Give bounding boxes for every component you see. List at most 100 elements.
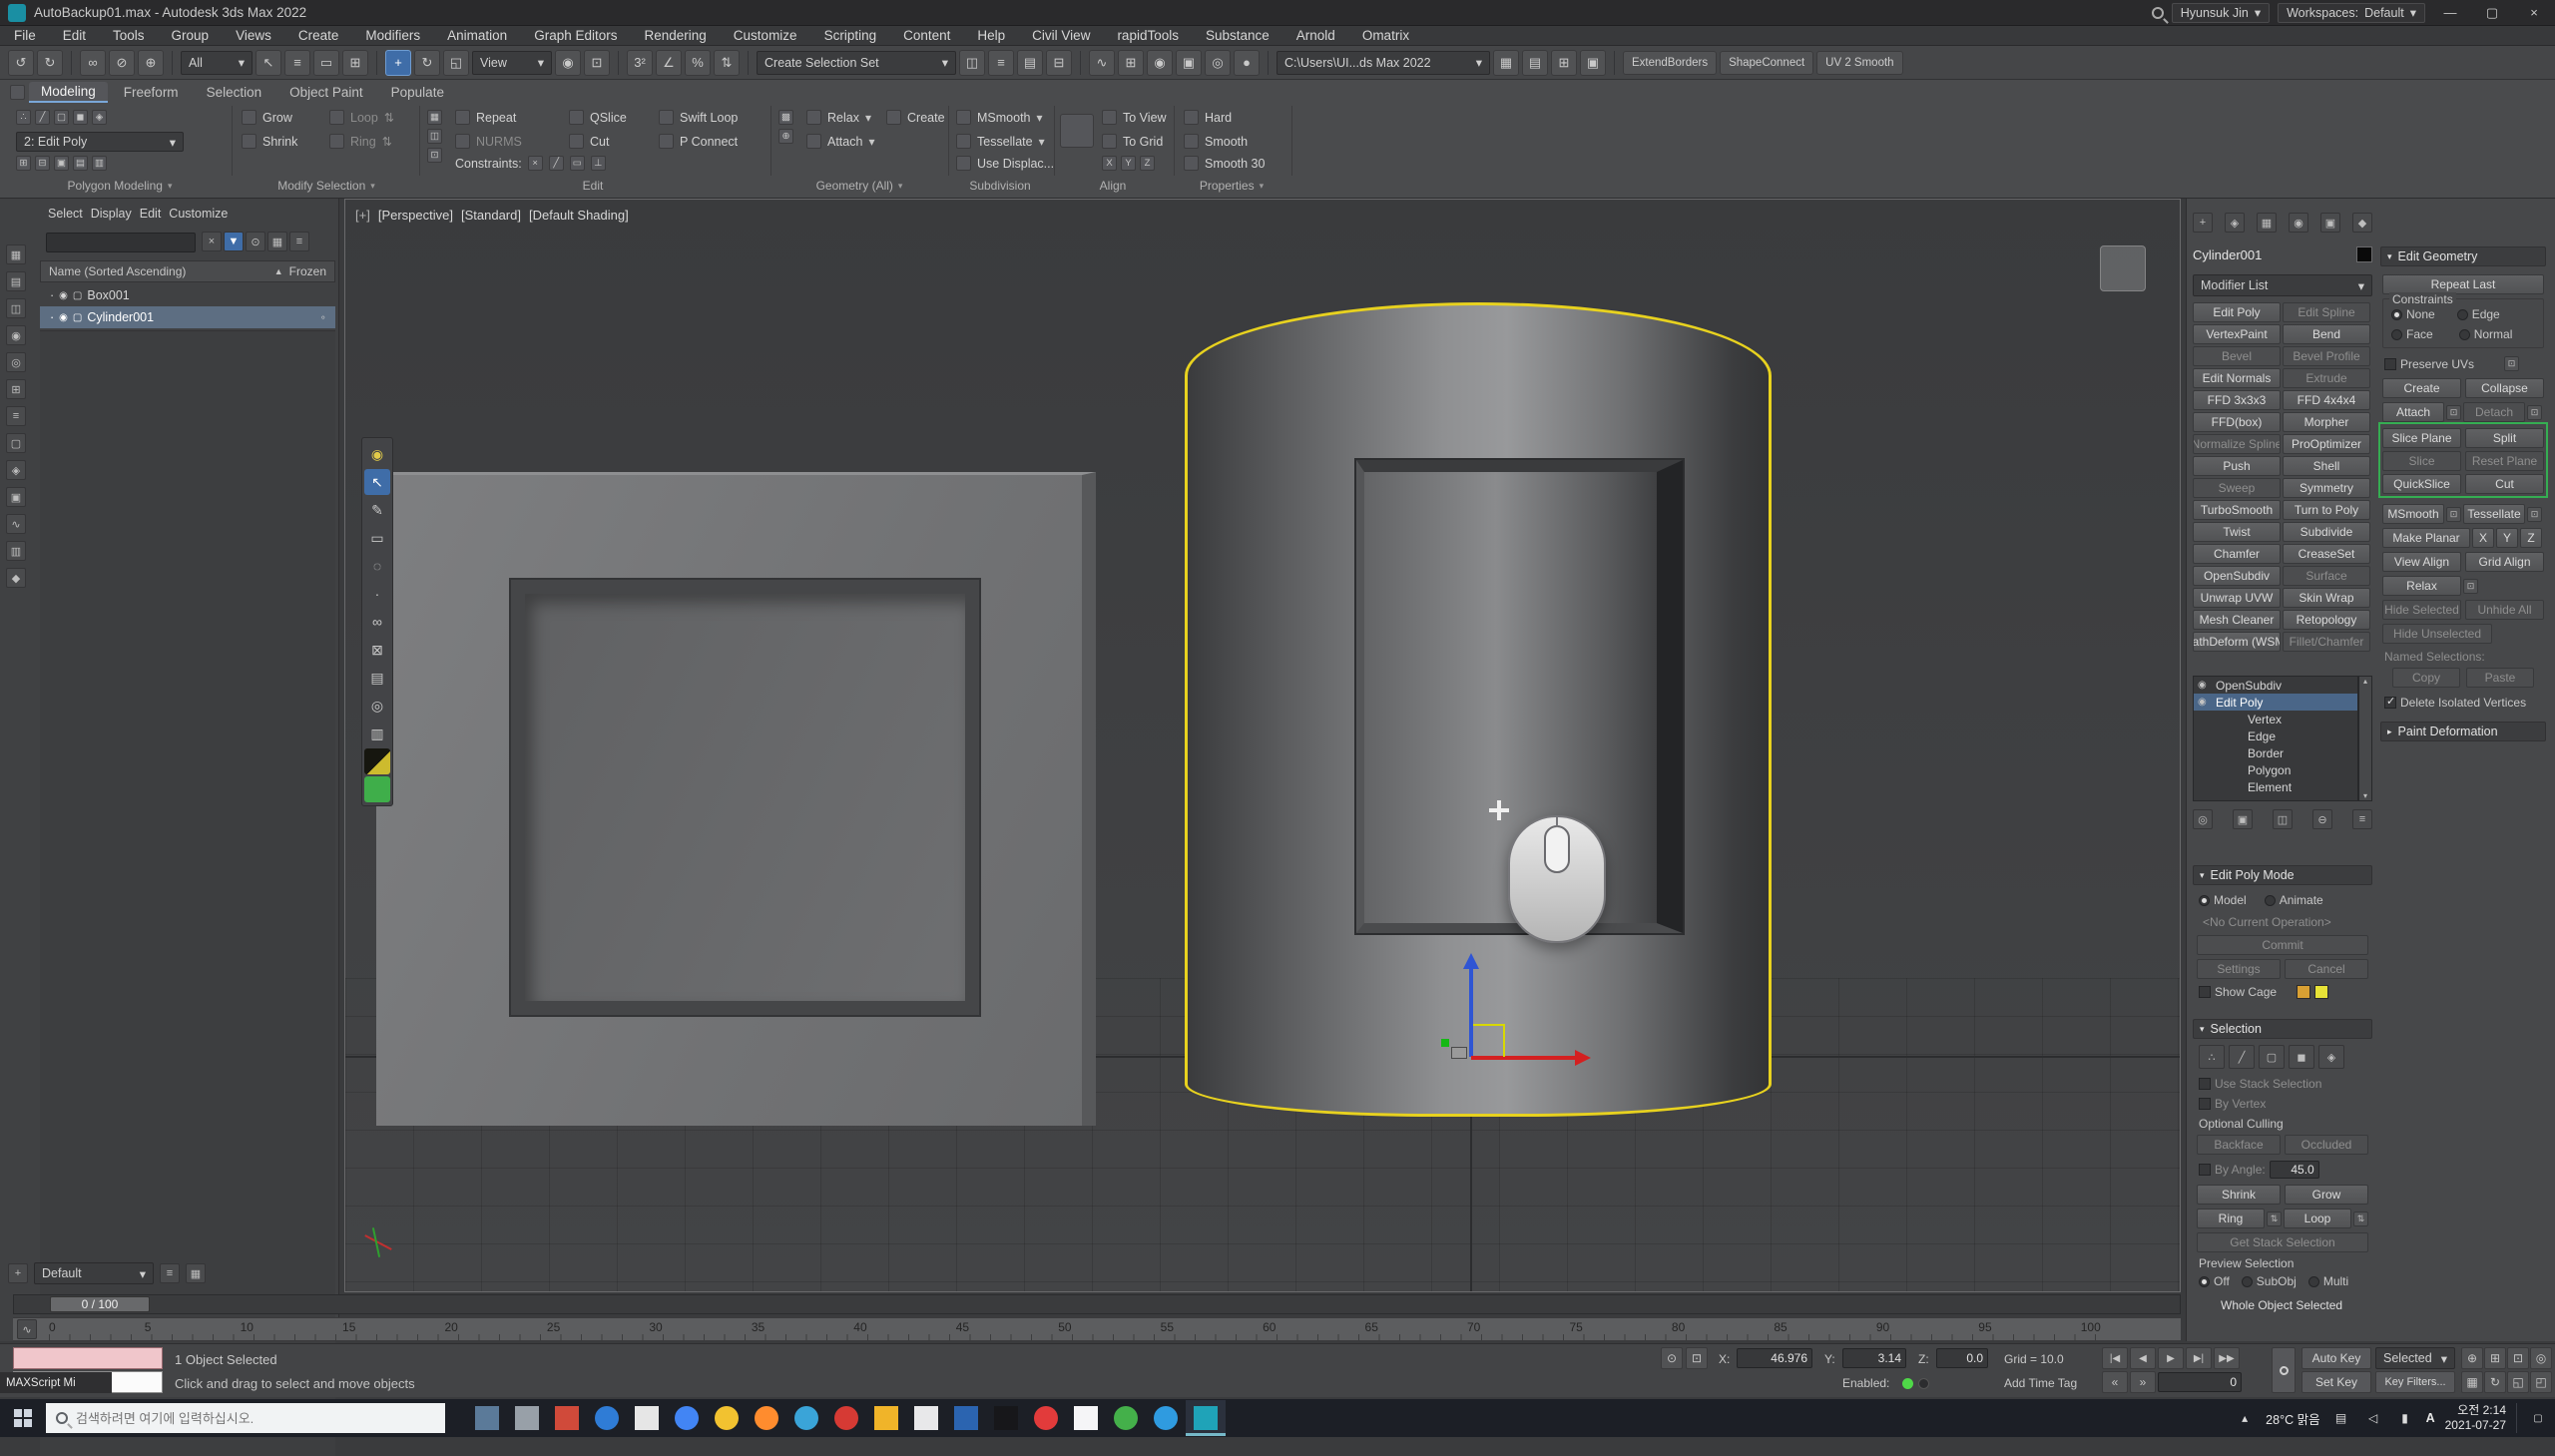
user-account-dropdown[interactable]: Hyunsuk Jin ▾ bbox=[2172, 3, 2270, 23]
select-and-rotate-icon[interactable]: ↻ bbox=[414, 50, 440, 76]
modifier-button[interactable]: Unwrap UVW bbox=[2193, 588, 2281, 608]
planar-x-button[interactable]: X bbox=[2472, 528, 2494, 548]
search-icon[interactable] bbox=[2152, 7, 2164, 19]
panel-caption-modify-selection[interactable]: Modify Selection▾ bbox=[277, 179, 375, 193]
shrink-button[interactable]: Shrink bbox=[262, 135, 297, 149]
explorer-search-input[interactable] bbox=[46, 233, 196, 252]
smooth-30-button[interactable]: Smooth 30 bbox=[1205, 157, 1265, 171]
swift-loop-button[interactable]: Swift Loop bbox=[680, 111, 738, 125]
time-slider-handle[interactable]: 0 / 100 bbox=[50, 1296, 150, 1312]
window-crossing-icon[interactable]: ⊞ bbox=[342, 50, 368, 76]
key-mode-forward-button[interactable]: » bbox=[2130, 1371, 2156, 1393]
relax-button[interactable]: Relax bbox=[827, 111, 859, 125]
display-all-icon[interactable]: ▦ bbox=[6, 244, 26, 264]
taskbar-app-icon[interactable] bbox=[786, 1400, 826, 1436]
key-filters-button[interactable]: Key Filters... bbox=[2375, 1371, 2455, 1393]
toggle-ribbon-icon[interactable]: ⊟ bbox=[1046, 50, 1072, 76]
shape-connect-button[interactable]: ShapeConnect bbox=[1720, 51, 1813, 75]
cut-button[interactable]: Cut bbox=[590, 135, 609, 149]
zoom-icon[interactable]: ⊕ bbox=[2461, 1347, 2483, 1369]
show-cage-checkbox[interactable] bbox=[2199, 986, 2211, 998]
panel-caption-align[interactable]: Align bbox=[1100, 179, 1127, 193]
configure-modifier-sets-icon[interactable]: ≡ bbox=[2352, 809, 2372, 829]
make-planar-icon[interactable] bbox=[1060, 114, 1094, 148]
taskbar-app-icon[interactable] bbox=[1146, 1400, 1186, 1436]
unhide-all-button[interactable]: Unhide All bbox=[2465, 600, 2544, 620]
modifier-button[interactable]: Bevel bbox=[2193, 346, 2281, 366]
repeat-last-button[interactable]: Repeat Last bbox=[2382, 274, 2544, 294]
preview-off-radio[interactable] bbox=[2199, 1276, 2210, 1287]
modifier-button[interactable]: Subdivide bbox=[2283, 522, 2370, 542]
edit-poly-mode-dropdown[interactable]: 2: Edit Poly▾ bbox=[16, 132, 184, 152]
custom-tool-icon-4[interactable]: ▣ bbox=[1580, 50, 1606, 76]
modifier-button[interactable]: Skin Wrap bbox=[2283, 588, 2370, 608]
delete-isolated-vertices-checkbox[interactable] bbox=[2384, 697, 2396, 709]
shrink-button[interactable]: Shrink bbox=[2197, 1185, 2281, 1205]
menu-item[interactable]: File bbox=[14, 28, 36, 43]
tweak-icon[interactable]: ◫ bbox=[427, 129, 442, 144]
lasso-icon[interactable]: ◌ bbox=[364, 553, 390, 579]
marquee-icon[interactable]: ▭ bbox=[364, 525, 390, 551]
constraint-face-icon[interactable]: ▭ bbox=[570, 156, 585, 171]
lock-explorer-icon[interactable]: ⊙ bbox=[246, 232, 265, 251]
undo-icon[interactable]: ↺ bbox=[8, 50, 34, 76]
hide-unselected-button[interactable]: Hide Unselected bbox=[2382, 624, 2492, 644]
by-angle-checkbox[interactable] bbox=[2199, 1164, 2211, 1176]
align-y-button[interactable]: Y bbox=[1121, 156, 1136, 171]
clock[interactable]: 오전 2:14 2021-07-27 bbox=[2445, 1403, 2506, 1433]
constraint-none-icon[interactable]: × bbox=[528, 156, 543, 171]
grow-button[interactable]: Grow bbox=[262, 111, 292, 125]
modifier-button[interactable]: Chamfer bbox=[2193, 544, 2281, 564]
tab-utilities-icon[interactable]: ◆ bbox=[2352, 213, 2372, 233]
align-icon[interactable]: ≡ bbox=[988, 50, 1014, 76]
next-frame-button[interactable]: ▶| bbox=[2186, 1347, 2212, 1369]
attach-button[interactable]: Attach bbox=[2382, 402, 2444, 422]
element-subobject-icon[interactable]: ◈ bbox=[92, 110, 107, 125]
bind-to-space-warp-icon[interactable]: ⊕ bbox=[138, 50, 164, 76]
tab-modify-icon[interactable]: ◈ bbox=[2225, 213, 2245, 233]
custom-tool-icon-1[interactable]: ▦ bbox=[1493, 50, 1519, 76]
zoom-extents-icon[interactable]: ⊡ bbox=[2507, 1347, 2529, 1369]
uv-2-smooth-button[interactable]: UV 2 Smooth bbox=[1816, 51, 1902, 75]
render-production-icon[interactable]: ● bbox=[1234, 50, 1260, 76]
maximize-button[interactable]: ▢ bbox=[2475, 0, 2509, 25]
box001-object[interactable] bbox=[376, 472, 1096, 1126]
ribbon-tab[interactable]: Freeform bbox=[112, 83, 191, 102]
tray-expand-icon[interactable]: ▴ bbox=[2234, 1407, 2256, 1429]
border-subobject-icon[interactable]: ▢ bbox=[54, 110, 69, 125]
display-objects-icon[interactable]: ◆ bbox=[6, 568, 26, 588]
modifier-button[interactable]: CreaseSet bbox=[2283, 544, 2370, 564]
select-object-icon[interactable]: ↖ bbox=[256, 50, 281, 76]
menu-item[interactable]: Civil View bbox=[1032, 28, 1090, 43]
taskbar-app-icon[interactable] bbox=[866, 1400, 906, 1436]
constraint-edge-radio[interactable] bbox=[2457, 309, 2468, 320]
collapse-button[interactable]: Collapse bbox=[2465, 378, 2544, 398]
menu-item[interactable]: Rendering bbox=[645, 28, 707, 43]
menu-item[interactable]: Group bbox=[172, 28, 210, 43]
select-and-link-icon[interactable]: ∞ bbox=[80, 50, 106, 76]
preview-subobj-radio[interactable] bbox=[2242, 1276, 2253, 1287]
visibility-eye-icon[interactable]: ◉ bbox=[2198, 697, 2212, 708]
display-warps-icon[interactable]: ≡ bbox=[6, 406, 26, 426]
constraint-normal-radio[interactable] bbox=[2459, 329, 2470, 340]
add-preset-icon[interactable]: + bbox=[8, 1263, 28, 1283]
y-coordinate-field[interactable]: 3.14 bbox=[1842, 1348, 1906, 1368]
stack-scrollbar[interactable]: ▴ ▾ bbox=[2358, 676, 2372, 801]
modifier-stack-row[interactable]: Polygon bbox=[2194, 761, 2357, 778]
display-bones-icon[interactable]: ▣ bbox=[6, 487, 26, 507]
attach-button[interactable]: Attach bbox=[827, 135, 862, 149]
maximize-viewport-icon[interactable]: ◰ bbox=[2530, 1371, 2552, 1393]
panel-caption-properties[interactable]: Properties▾ bbox=[1200, 179, 1264, 193]
ring-button[interactable]: Ring bbox=[2197, 1209, 2265, 1228]
modifier-button[interactable]: PathDeform (WSM) bbox=[2193, 632, 2281, 652]
cage-color-swatch-1[interactable] bbox=[2297, 985, 2310, 999]
planar-y-button[interactable]: Y bbox=[2496, 528, 2518, 548]
scene-object-row[interactable]: · ◉ ▢ Box001 bbox=[40, 284, 335, 306]
show-end-result-icon[interactable]: ▣ bbox=[2233, 809, 2253, 829]
mini-curve-editor-icon[interactable]: ∿ bbox=[17, 1319, 37, 1339]
taskbar-app-icon[interactable] bbox=[906, 1400, 946, 1436]
zoom-region-icon[interactable]: ◱ bbox=[2507, 1371, 2529, 1393]
modifier-button[interactable]: Symmetry bbox=[2283, 478, 2370, 498]
previous-frame-button[interactable]: ◀ bbox=[2130, 1347, 2156, 1369]
cancel-button[interactable]: Cancel bbox=[2285, 959, 2368, 979]
